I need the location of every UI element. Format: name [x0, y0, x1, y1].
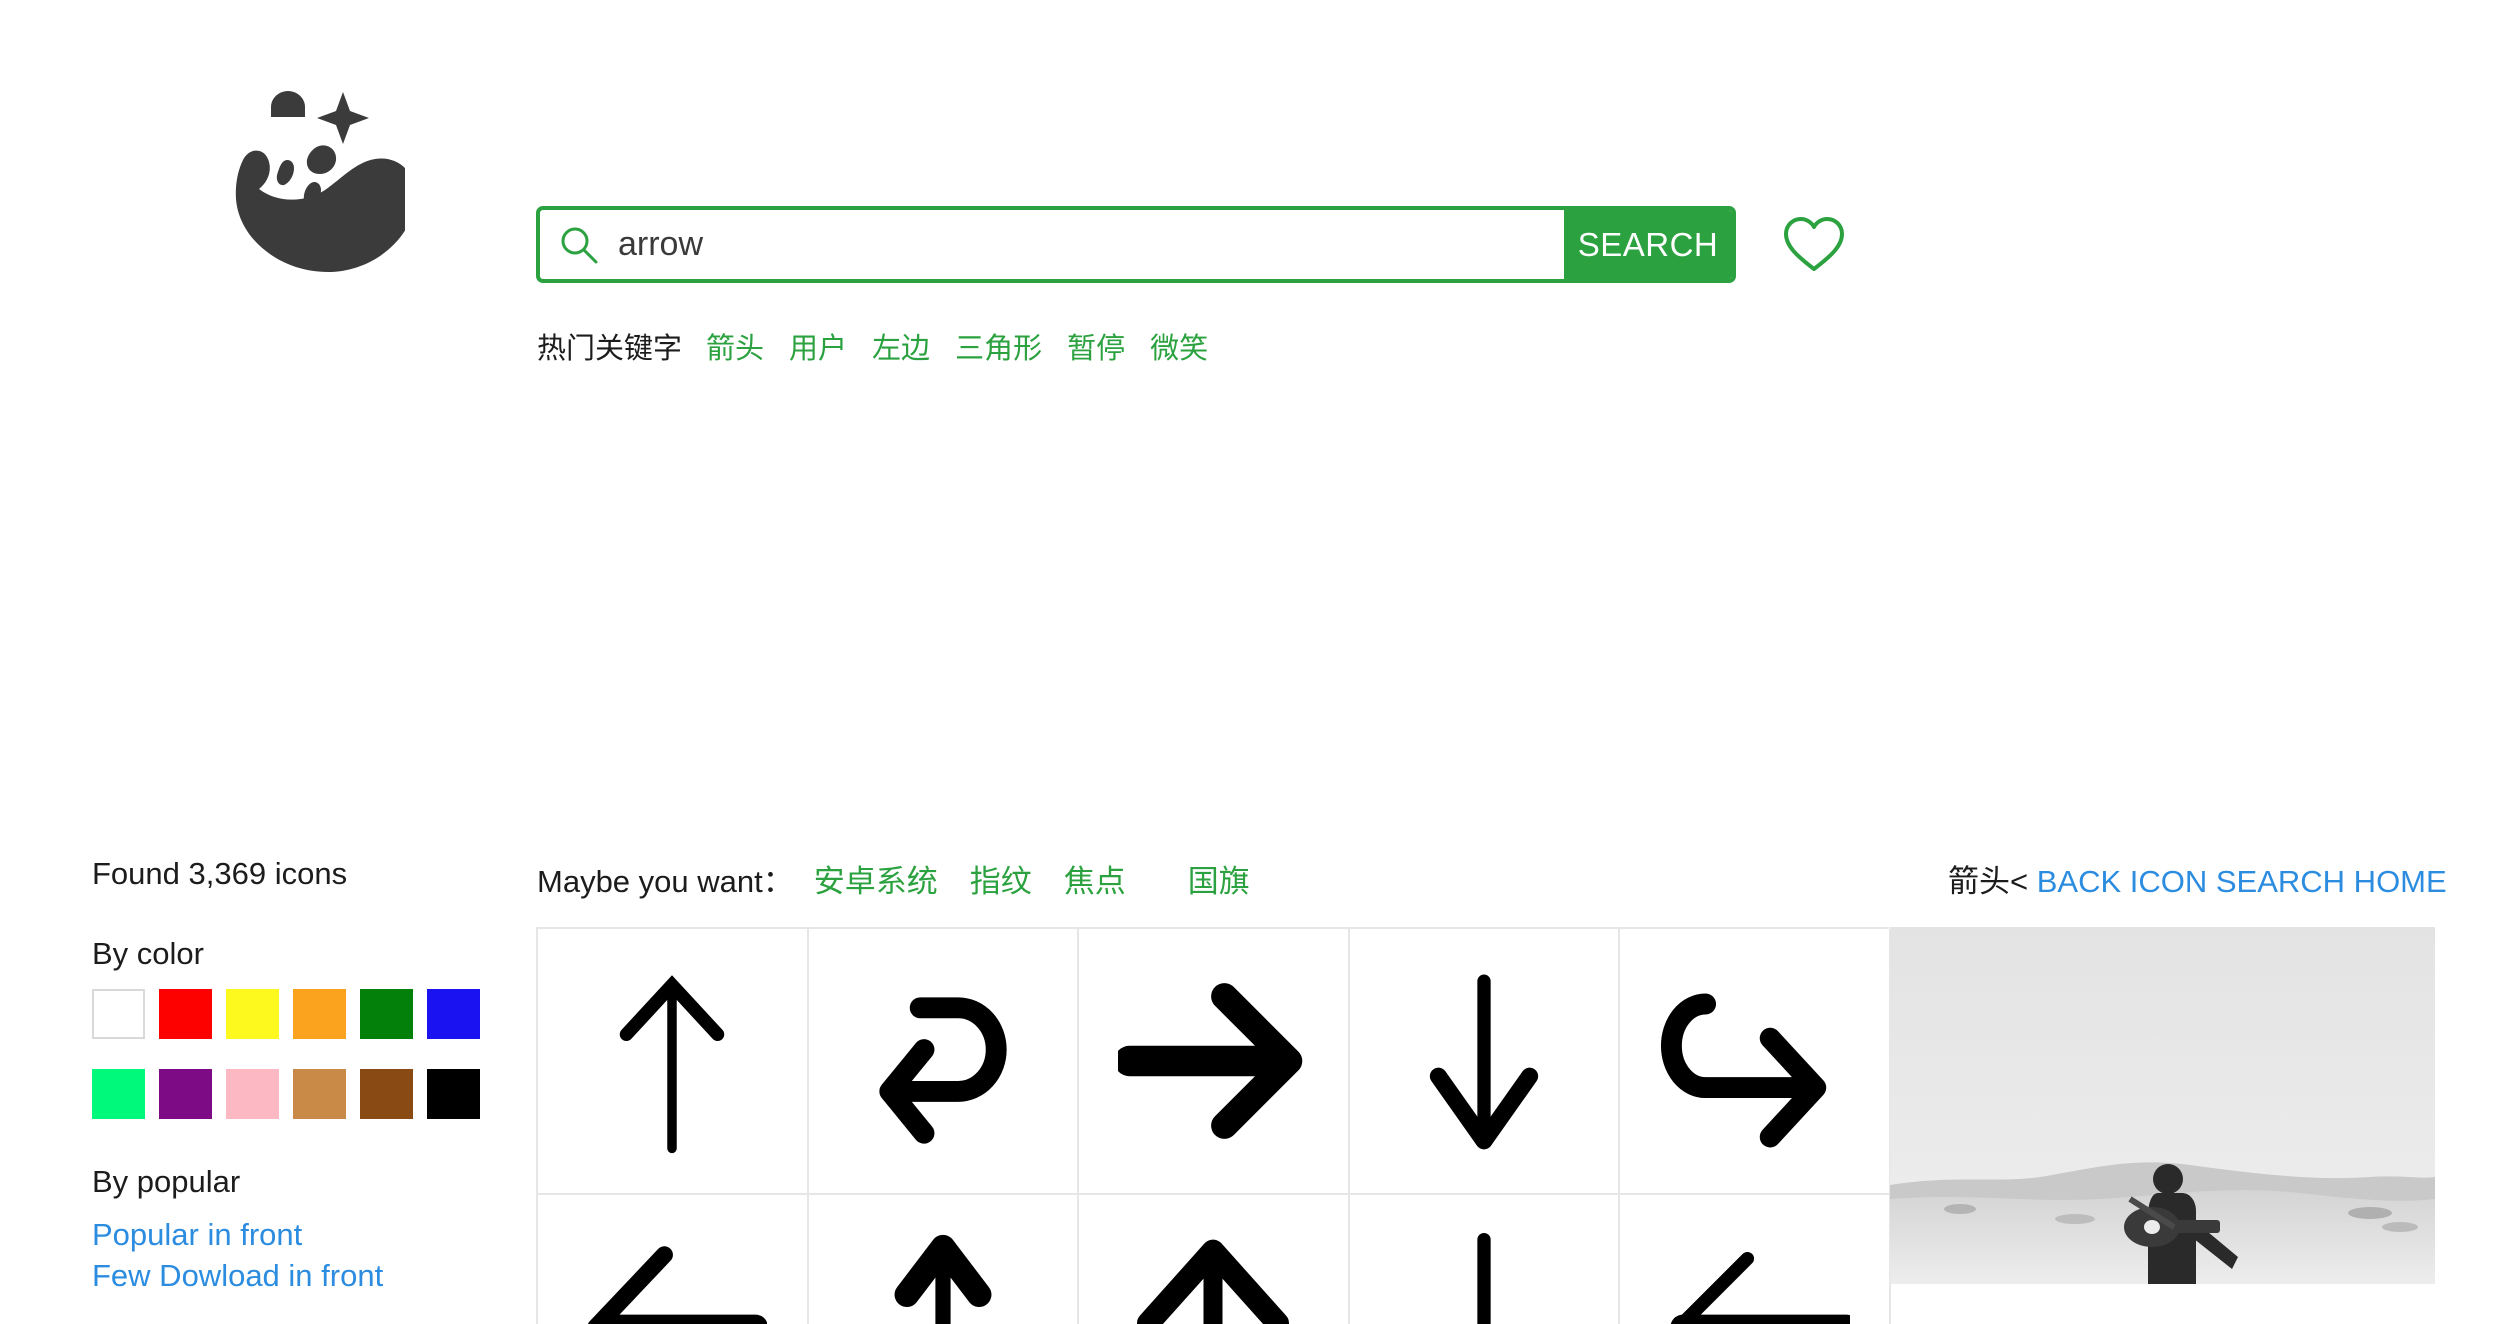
- arrow-up-pin-icon: [894, 1234, 992, 1324]
- breadcrumb: 箭头< BACK ICON SEARCH HOME: [1948, 856, 2447, 901]
- color-swatch-red[interactable]: [159, 989, 212, 1039]
- sort-popular-in-front[interactable]: Popular in front: [92, 1217, 492, 1253]
- hot-keywords-row: 热门关键字 箭头 用户 左边 三角形 暂停 微笑: [537, 325, 1233, 367]
- search-input[interactable]: [618, 210, 1564, 279]
- breadcrumb-caret: <: [2010, 864, 2029, 899]
- arrow-down-long-icon: [1477, 1232, 1491, 1324]
- suggestion-2[interactable]: 焦点: [1064, 856, 1126, 901]
- hot-keyword-4[interactable]: 暂停: [1067, 325, 1125, 367]
- arrow-up-bold-icon: [1137, 1239, 1290, 1324]
- arrow-down-icon: [1429, 974, 1539, 1150]
- heart-icon: [1779, 211, 1849, 277]
- icon-result-arrow-left[interactable]: [538, 1195, 809, 1324]
- suggestion-0[interactable]: 安卓系统: [814, 856, 938, 901]
- back-to-home-link[interactable]: BACK ICON SEARCH HOME: [2037, 864, 2447, 899]
- icon-result-arrow-right-bold[interactable]: [1079, 929, 1350, 1195]
- hot-keyword-5[interactable]: 微笑: [1150, 325, 1208, 367]
- hot-keyword-2[interactable]: 左边: [872, 325, 930, 367]
- page-header: SEARCH 热门关键字 箭头 用户 左边 三角形 暂停 微笑: [0, 0, 2516, 390]
- facet-group-popular: By popular Popular in front Few Dowload …: [92, 1164, 492, 1294]
- hot-keyword-0[interactable]: 箭头: [706, 325, 764, 367]
- hot-keyword-1[interactable]: 用户: [789, 325, 847, 367]
- color-swatch-black[interactable]: [427, 1069, 480, 1119]
- arrow-left-thin-icon: [1670, 1251, 1850, 1324]
- arrow-up-thin-icon: [620, 975, 725, 1154]
- color-swatch-white[interactable]: [92, 989, 145, 1039]
- suggestions-label: Maybe you want：: [537, 864, 794, 899]
- icon-result-arrow-down-long[interactable]: [1349, 1195, 1621, 1324]
- arrow-redo-right-icon: [1660, 993, 1826, 1148]
- arrow-return-left-icon: [879, 997, 1007, 1144]
- site-logo[interactable]: [175, 70, 405, 275]
- color-swatch-grid: [92, 989, 492, 1119]
- search-button[interactable]: SEARCH: [1564, 210, 1732, 279]
- suggestion-1[interactable]: 指纹: [970, 856, 1032, 901]
- color-swatch-tan[interactable]: [293, 1069, 346, 1119]
- color-swatch-spring-green[interactable]: [92, 1069, 145, 1119]
- promo-photo-guitarist-desert[interactable]: [1890, 927, 2435, 1284]
- color-swatch-pink[interactable]: [226, 1069, 279, 1119]
- facet-title-popular: By popular: [92, 1164, 241, 1199]
- icon-result-arrow-left-thin[interactable]: [1620, 1195, 1891, 1324]
- facet-title-color: By color: [92, 936, 204, 971]
- hot-keywords-label: 热门关键字: [537, 333, 683, 365]
- search-box: SEARCH: [536, 206, 1736, 283]
- icon-result-arrow-up-pin[interactable]: [808, 1195, 1080, 1324]
- arrow-left-icon: [588, 1246, 768, 1324]
- arrow-right-bold-icon: [1118, 983, 1303, 1139]
- icon-result-arrow-up-bold[interactable]: [1079, 1195, 1350, 1324]
- sort-few-download-in-front[interactable]: Few Dowload in front: [92, 1258, 492, 1294]
- icon-result-arrow-redo-right[interactable]: [1620, 929, 1891, 1195]
- favorites-button[interactable]: [1779, 211, 1849, 277]
- icon-result-arrow-up-thin[interactable]: [538, 929, 809, 1195]
- search-icon: [540, 210, 618, 279]
- color-swatch-green[interactable]: [360, 989, 413, 1039]
- color-swatch-orange[interactable]: [293, 989, 346, 1039]
- color-swatch-yellow[interactable]: [226, 989, 279, 1039]
- color-swatch-purple[interactable]: [159, 1069, 212, 1119]
- icon-results-grid: [536, 927, 1891, 1324]
- search-area: SEARCH: [536, 206, 1736, 283]
- color-swatch-blue[interactable]: [427, 989, 480, 1039]
- suggestion-3[interactable]: 国旗: [1188, 856, 1250, 901]
- suggestions-row: Maybe you want： 安卓系统 指纹 焦点 国旗: [537, 856, 1282, 901]
- color-swatch-brown[interactable]: [360, 1069, 413, 1119]
- results-count: Found 3,369 icons: [92, 856, 348, 891]
- icon-result-arrow-return-left[interactable]: [808, 929, 1080, 1195]
- hot-keyword-3[interactable]: 三角形: [955, 325, 1042, 367]
- filter-sidebar: Found 3,369 icons By color By popular Po…: [92, 856, 492, 1324]
- icon-result-arrow-down[interactable]: [1349, 929, 1621, 1195]
- breadcrumb-keyword: 箭头: [1948, 864, 2010, 899]
